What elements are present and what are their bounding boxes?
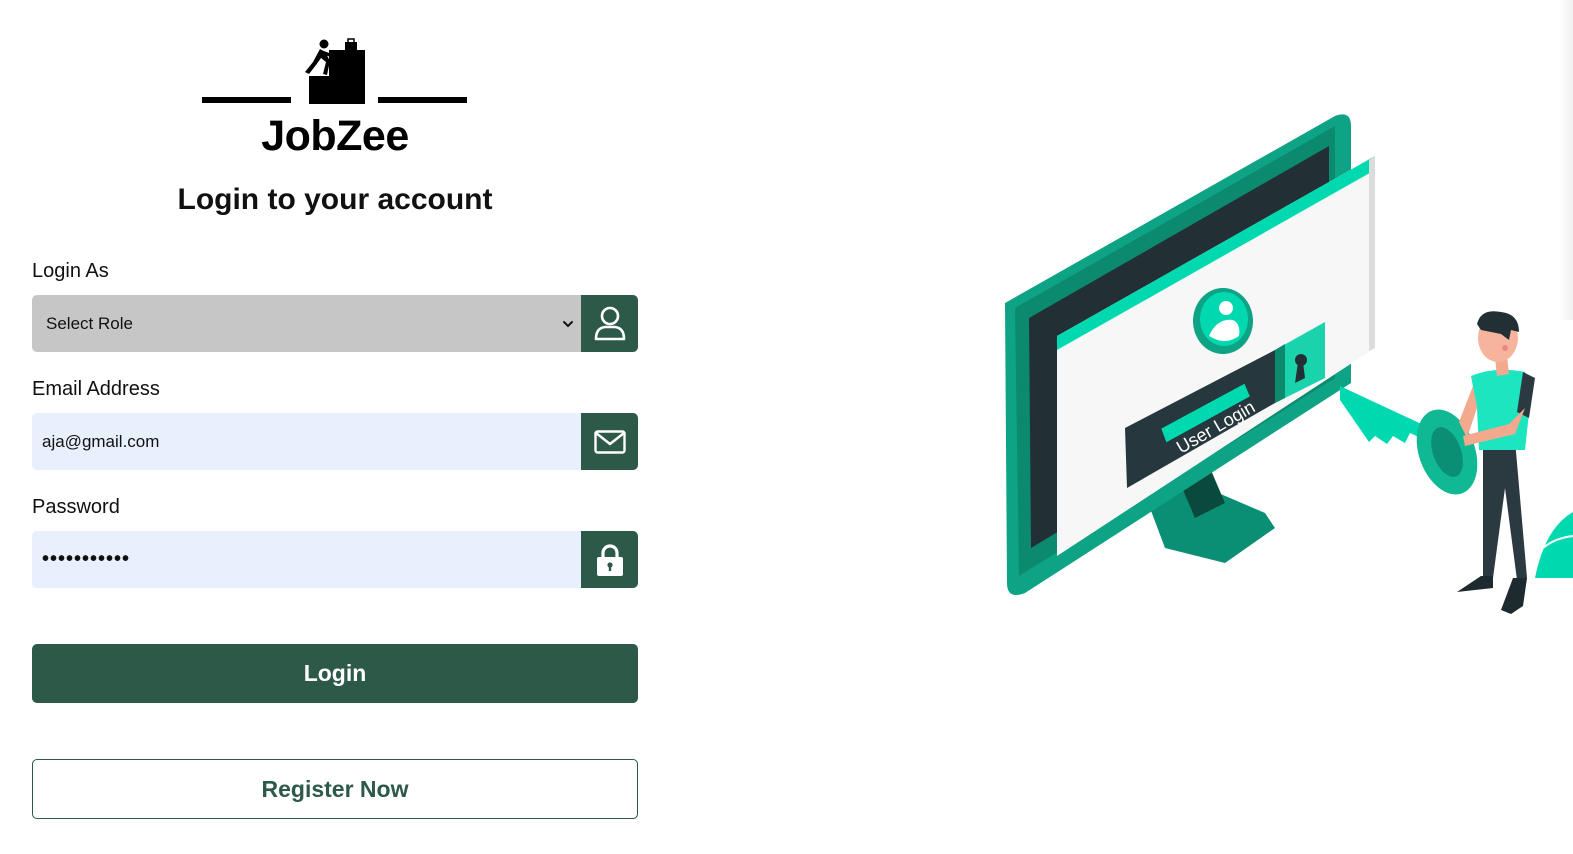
page-title: Login to your account bbox=[177, 183, 493, 216]
email-input[interactable]: aja@gmail.com bbox=[32, 413, 581, 470]
email-icon-box bbox=[581, 413, 638, 470]
logo-line-right bbox=[378, 97, 467, 103]
password-icon-box bbox=[581, 531, 638, 588]
avatar-icon bbox=[1193, 288, 1253, 354]
password-field: ••••••••••• bbox=[32, 531, 638, 588]
password-input[interactable]: ••••••••••• bbox=[32, 531, 581, 588]
email-field: aja@gmail.com bbox=[32, 413, 638, 470]
user-icon bbox=[594, 306, 625, 340]
role-field: Select Role bbox=[32, 295, 638, 352]
brand-name: JobZee bbox=[261, 112, 409, 160]
climbing-person-icon bbox=[305, 38, 365, 104]
login-panel: JobZee Login to your account Login As Se… bbox=[32, 0, 638, 854]
plant-illustration bbox=[1535, 512, 1573, 578]
role-icon-box bbox=[581, 295, 638, 352]
edge-shadow bbox=[1559, 0, 1573, 320]
user-login-illustration: User Login bbox=[1005, 114, 1573, 614]
envelope-icon bbox=[593, 429, 626, 454]
role-label: Login As bbox=[32, 260, 109, 282]
register-button[interactable]: Register Now bbox=[32, 759, 638, 819]
login-button[interactable]: Login bbox=[32, 644, 638, 703]
brand-logo[interactable]: JobZee bbox=[202, 38, 468, 160]
role-select-value: Select Role bbox=[46, 313, 133, 333]
chevron-down-icon bbox=[561, 317, 575, 331]
role-select[interactable]: Select Role bbox=[32, 295, 581, 352]
email-label: Email Address bbox=[32, 378, 160, 400]
lock-icon bbox=[596, 543, 623, 576]
password-label: Password bbox=[32, 496, 120, 518]
logo-line-left bbox=[202, 97, 291, 103]
